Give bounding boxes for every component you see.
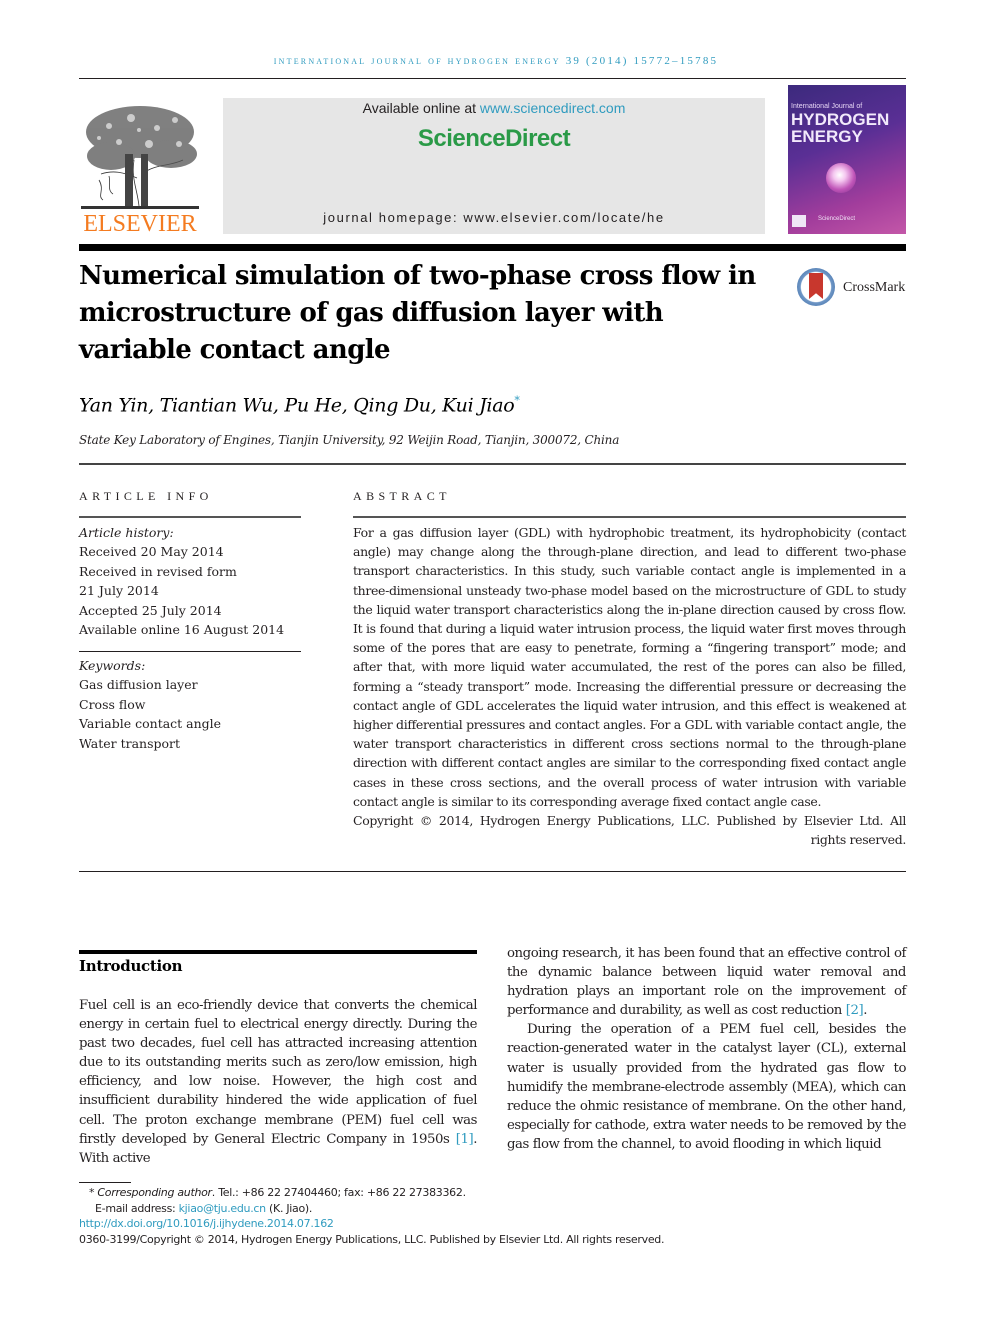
keywords-rule (79, 651, 301, 652)
footnote-mark: * (89, 1186, 95, 1199)
sciencedirect-link[interactable]: www.sciencedirect.com (480, 100, 626, 116)
corresponding-label: Corresponding author (97, 1186, 212, 1199)
intro-paragraph: ongoing research, it has been found that… (507, 944, 906, 1020)
corresponding-author-note: * Corresponding author. Tel.: +86 22 274… (79, 1185, 909, 1201)
author-list: Yan Yin, Tiantian Wu, Pu He, Qing Du, Ku… (79, 394, 520, 416)
cover-orb-graphic (826, 163, 856, 193)
cover-title-line2: ENERGY (791, 127, 863, 146)
keyword-item: Variable contact angle (79, 716, 222, 732)
available-prefix: Available online at (362, 100, 480, 116)
abstract-text: For a gas diffusion layer (GDL) with hyd… (353, 525, 906, 809)
running-head: International Journal of Hydrogen Energy… (273, 55, 719, 67)
article-title: Numerical simulation of two-phase cross … (79, 261, 756, 365)
crossmark-button[interactable]: CrossMark (797, 268, 909, 310)
corresponding-author-mark[interactable]: * (514, 394, 520, 407)
email-note: E-mail address: kjiao@tju.edu.cn (K. Jia… (79, 1201, 909, 1217)
title-rule (79, 244, 906, 251)
introduction-rule (79, 950, 477, 954)
history-item: Received 20 May 2014 (79, 544, 224, 560)
article-info-heading: ARTICLE INFO (79, 489, 213, 503)
keyword-item: Cross flow (79, 696, 146, 712)
body-column-right: ongoing research, it has been found that… (507, 944, 906, 1154)
contact-text: . Tel.: +86 22 27404460; fax: +86 22 273… (211, 1186, 466, 1199)
journal-cover[interactable]: International Journal of HYDROGEN ENERGY … (788, 85, 906, 234)
article-history: Article history: Received 20 May 2014 Re… (79, 523, 301, 639)
history-item: Accepted 25 July 2014 (79, 602, 222, 618)
history-item: Received in revised form (79, 563, 237, 579)
history-item: Available online 16 August 2014 (79, 622, 285, 638)
intro-paragraph: During the operation of a PEM fuel cell,… (507, 1022, 906, 1152)
history-item: 21 July 2014 (79, 583, 159, 599)
keywords-label: Keywords: (79, 658, 146, 673)
journal-homepage[interactable]: journal homepage: www.elsevier.com/locat… (223, 210, 765, 225)
email-link[interactable]: kjiao@tju.edu.cn (179, 1202, 267, 1215)
header-rule (79, 78, 906, 79)
crossmark-label: CrossMark (843, 280, 906, 295)
available-online: Available online at www.sciencedirect.co… (223, 100, 765, 116)
email-label: E-mail address: (95, 1201, 179, 1215)
footnotes: * Corresponding author. Tel.: +86 22 274… (79, 1185, 909, 1247)
doi-link[interactable]: http://dx.doi.org/10.1016/j.ijhydene.201… (79, 1216, 909, 1232)
abstract-body: For a gas diffusion layer (GDL) with hyd… (353, 523, 906, 849)
abstract-copyright: Copyright © 2014, Hydrogen Energy Public… (353, 813, 906, 848)
article-info-rule (79, 516, 301, 518)
footnote-rule (79, 1182, 131, 1183)
affiliation-rule (79, 463, 906, 465)
keyword-item: Gas diffusion layer (79, 677, 198, 693)
citation-link[interactable]: [2] (846, 1003, 864, 1018)
introduction-heading: Introduction (79, 957, 183, 975)
intro-text: Fuel cell is an eco-friendly device that… (79, 998, 477, 1147)
citation-link[interactable]: [1] (456, 1132, 474, 1147)
cover-footer: ScienceDirect (818, 216, 856, 222)
elsevier-wordmark: ELSEVIER (83, 211, 197, 237)
issn-copyright: 0360-3199/Copyright © 2014, Hydrogen Ene… (79, 1232, 665, 1246)
cover-publisher-mark (792, 215, 806, 227)
intro-paragraph: Fuel cell is an eco-friendly device that… (79, 996, 477, 1168)
history-label: Article history: (79, 525, 174, 540)
abstract-heading: ABSTRACT (353, 489, 451, 503)
abstract-end-rule (79, 871, 906, 872)
sciencedirect-logo[interactable]: ScienceDirect (223, 125, 765, 153)
cover-title: HYDROGEN ENERGY (791, 111, 889, 145)
email-suffix: (K. Jiao). (265, 1201, 313, 1215)
authors-text: Yan Yin, Tiantian Wu, Pu He, Qing Du, Ku… (79, 394, 515, 417)
cover-subtitle: International Journal of (791, 103, 863, 110)
body-column-left: Fuel cell is an eco-friendly device that… (79, 996, 477, 1168)
keywords: Keywords: Gas diffusion layer Cross flow… (79, 656, 301, 753)
keyword-item: Water transport (79, 735, 181, 751)
intro-text: . (863, 1003, 867, 1019)
abstract-rule (353, 516, 906, 518)
affiliation: State Key Laboratory of Engines, Tianjin… (79, 433, 620, 447)
